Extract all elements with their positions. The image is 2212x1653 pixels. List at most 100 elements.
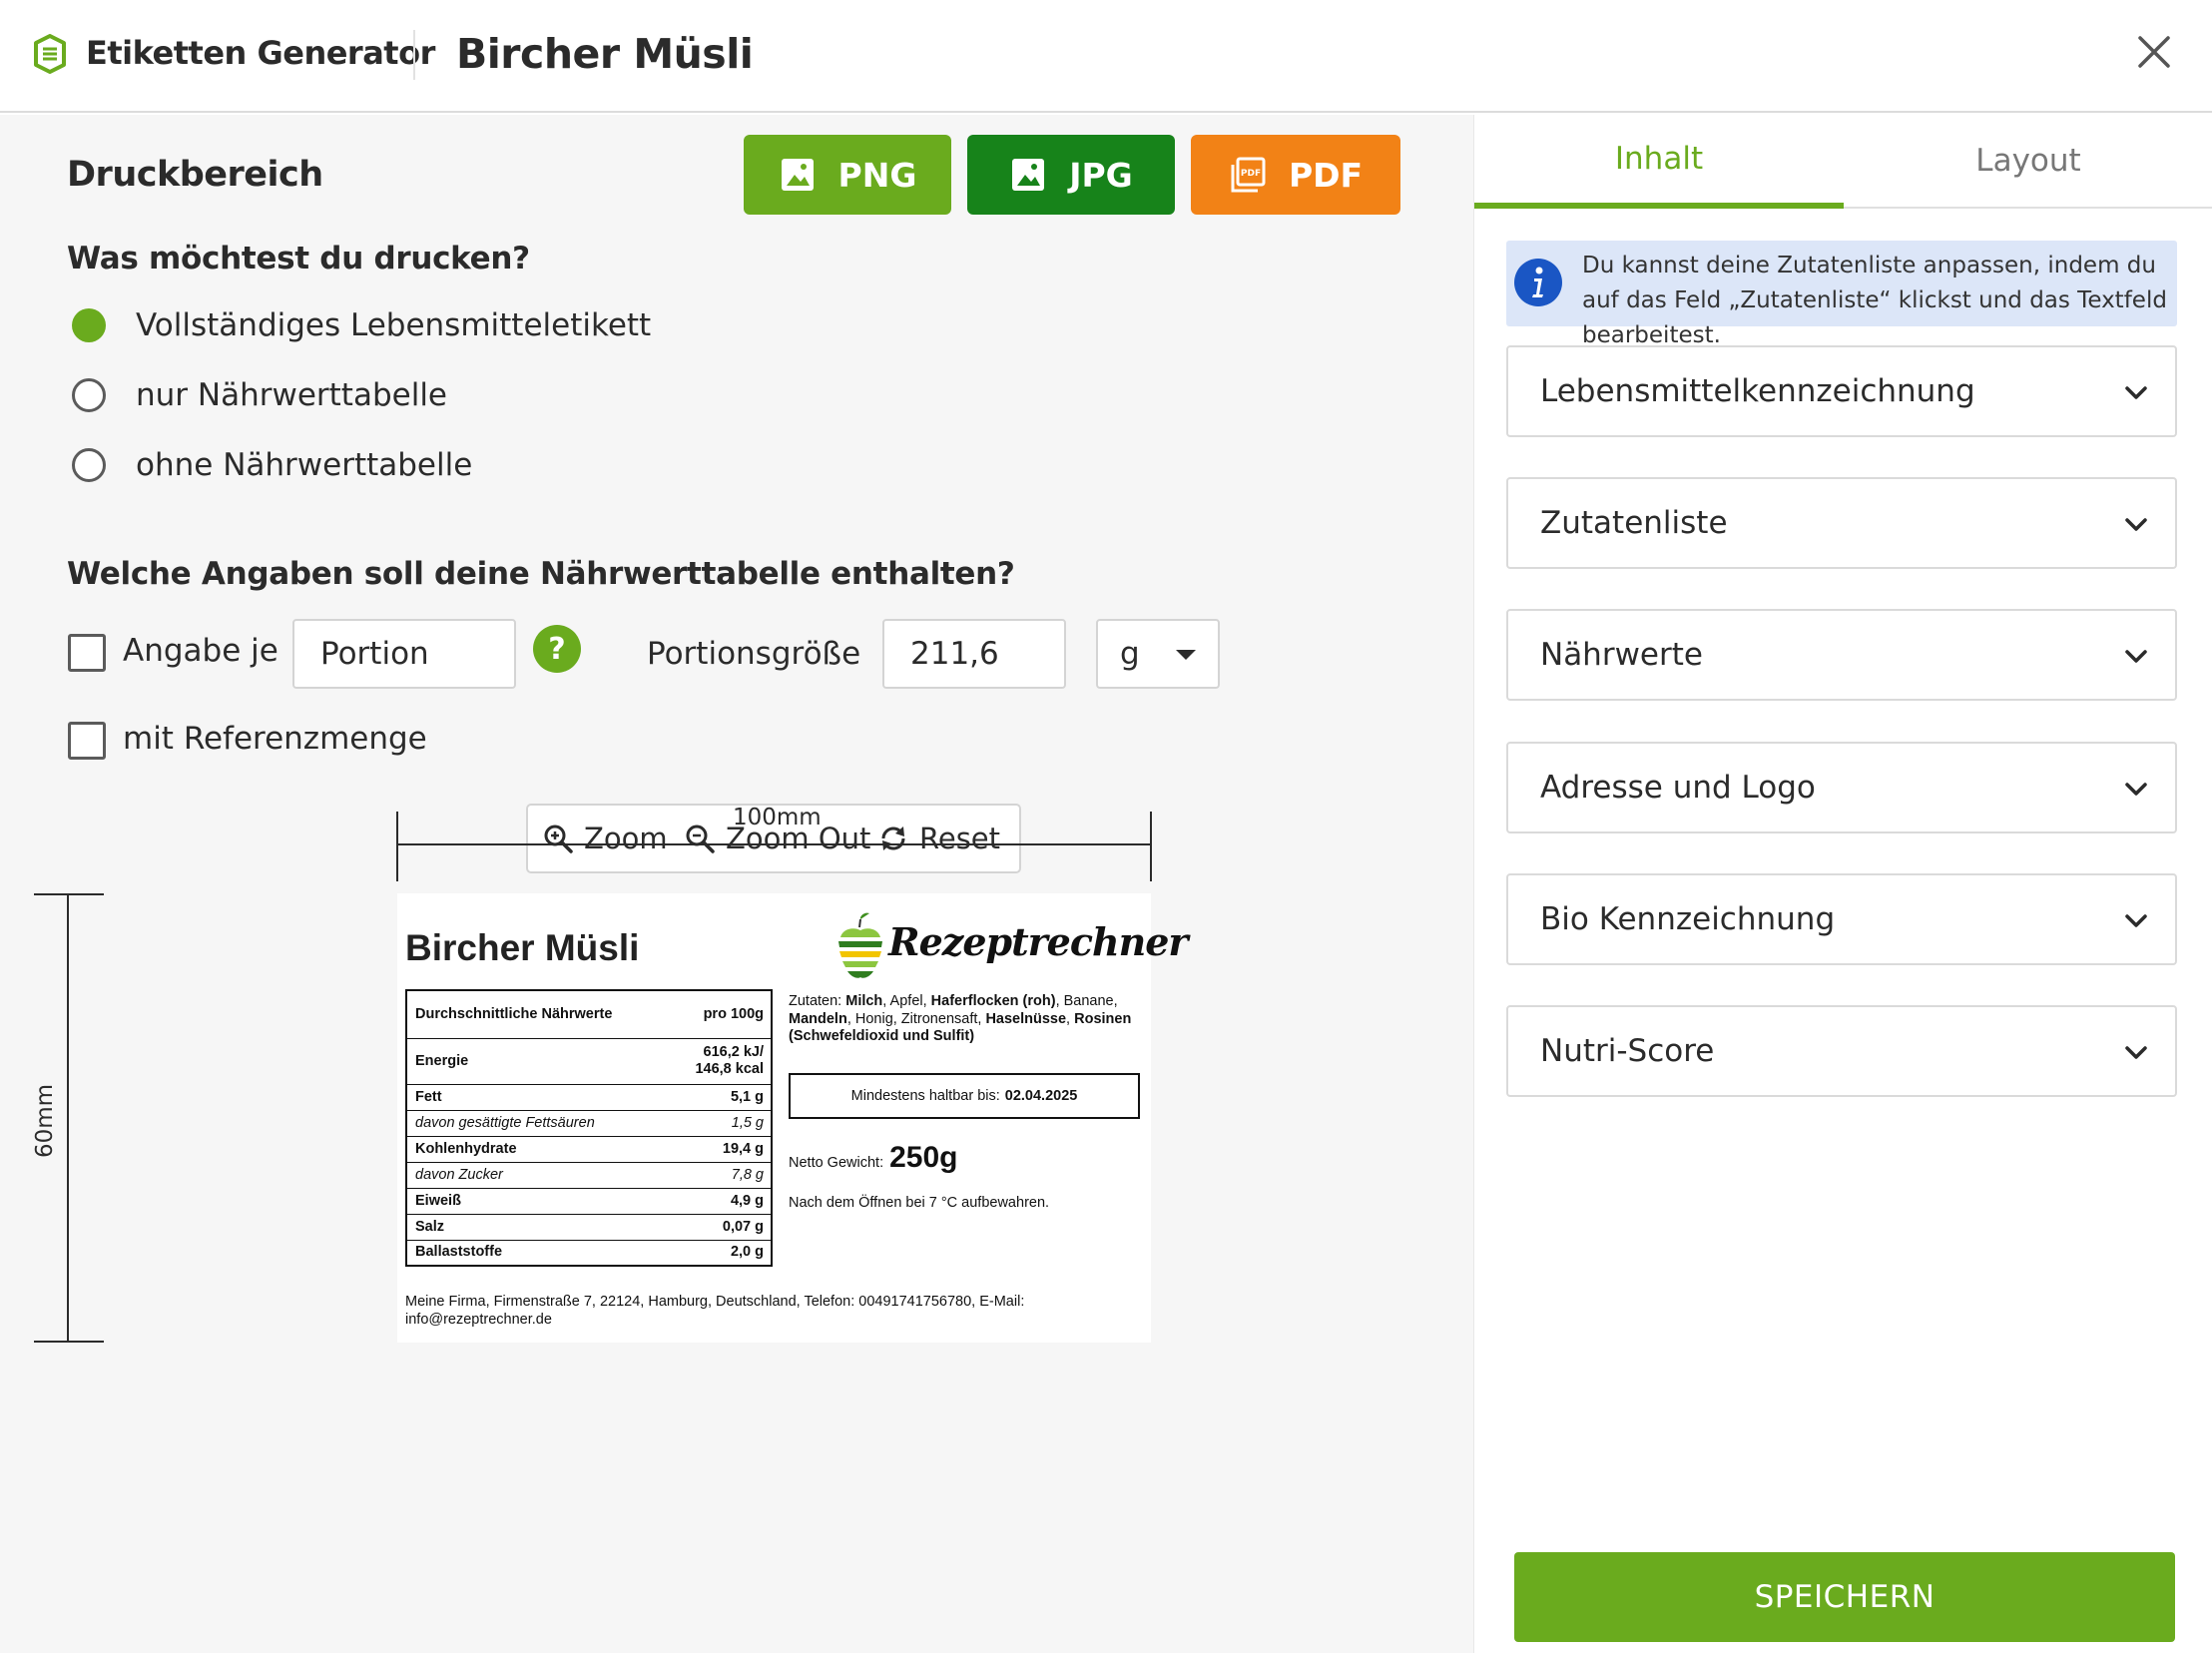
accordion-label: Adresse und Logo xyxy=(1540,770,1816,806)
print-area-panel: Druckbereich PNG JPG PDF PDF Was möchtes… xyxy=(0,115,1473,1653)
best-before-box: Mindestens haltbar bis: 02.04.2025 xyxy=(789,1073,1140,1119)
allergen-segment: Haferflocken (roh) xyxy=(930,993,1056,1009)
accordion-address-logo[interactable]: Adresse und Logo xyxy=(1506,742,2177,833)
radio-button[interactable] xyxy=(72,448,106,482)
save-button[interactable]: SPEICHERN xyxy=(1514,1552,2175,1642)
export-png-button[interactable]: PNG xyxy=(744,135,951,215)
zoom-in-label: Zoom xyxy=(584,822,668,855)
table-row: Salz 0,07 g xyxy=(406,1213,772,1240)
radio-nutrition-only[interactable]: nur Nährwerttabelle xyxy=(72,373,447,417)
header-divider xyxy=(413,30,415,80)
chevron-down-icon xyxy=(2125,783,2147,796)
dimension-tick xyxy=(396,812,398,881)
zoom-in-icon xyxy=(544,825,573,853)
radio-label: Vollständiges Lebensmitteletikett xyxy=(136,307,652,343)
export-png-label: PNG xyxy=(837,155,917,195)
nutrient-value: 4,9 g xyxy=(668,1187,772,1214)
export-jpg-button[interactable]: JPG xyxy=(967,135,1175,215)
best-before-label: Mindestens haltbar bis: xyxy=(850,1088,1000,1104)
unit-select[interactable]: g xyxy=(1096,619,1220,689)
table-row: Kohlenhydrate 19,4 g xyxy=(406,1135,772,1162)
chevron-down-icon xyxy=(2125,914,2147,927)
table-row: davon Zucker 7,8 g xyxy=(406,1161,772,1188)
chevron-down-icon xyxy=(2125,518,2147,531)
reference-amount-label: mit Referenzmenge xyxy=(123,721,427,757)
nutrient-label: Salz xyxy=(406,1213,669,1240)
caret-down-icon xyxy=(1176,650,1196,660)
accordion-nutrition[interactable]: Nährwerte xyxy=(1506,609,2177,701)
per-portion-checkbox[interactable] xyxy=(68,634,106,672)
export-jpg-label: JPG xyxy=(1069,155,1133,195)
accordion-organic[interactable]: Bio Kennzeichnung xyxy=(1506,873,2177,965)
page-title: Bircher Müsli xyxy=(456,30,754,78)
tab-layout[interactable]: Layout xyxy=(1844,115,2212,209)
nutrient-value: 0,07 g xyxy=(668,1213,772,1240)
logo-text: Rezeptrechner xyxy=(888,919,1188,964)
radio-without-nutrition[interactable]: ohne Nährwerttabelle xyxy=(72,443,472,487)
ingredient-segment: , Banane, xyxy=(1055,993,1118,1009)
table-row: Ballaststoffe 2,0 g xyxy=(406,1239,772,1266)
storage-note: Nach dem Öffnen bei 7 °C aufbewahren. xyxy=(789,1195,1050,1211)
info-text: Du kannst deine Zutatenliste anpassen, i… xyxy=(1582,253,2167,348)
accordion-nutri-score[interactable]: Nutri-Score xyxy=(1506,1005,2177,1097)
allergen-segment: Milch xyxy=(845,993,883,1009)
label-title: Bircher Müsli xyxy=(405,927,640,968)
zoom-in-button[interactable]: Zoom xyxy=(542,806,668,871)
accordion-label: Lebensmittelkennzeichnung xyxy=(1540,373,1975,409)
dimension-tick xyxy=(34,893,104,895)
pdf-icon: PDF xyxy=(1231,157,1266,193)
export-pdf-button[interactable]: PDF PDF xyxy=(1191,135,1400,215)
reference-amount-checkbox[interactable] xyxy=(68,722,106,760)
dimension-tick xyxy=(34,1341,104,1343)
help-icon[interactable]: ? xyxy=(532,624,582,674)
height-dimension-line xyxy=(67,894,69,1342)
info-box: Du kannst deine Zutatenliste anpassen, i… xyxy=(1506,241,2177,348)
export-pdf-label: PDF xyxy=(1288,155,1364,195)
svg-text:?: ? xyxy=(548,632,565,667)
info-icon xyxy=(1514,259,1562,306)
energy-kcal: 146,8 kcal xyxy=(695,1061,764,1077)
radio-full-label[interactable]: Vollständiges Lebensmitteletikett xyxy=(72,303,651,347)
radio-button[interactable] xyxy=(72,308,106,342)
app-header: Etiketten Generator Bircher Müsli xyxy=(0,0,2212,113)
reset-button[interactable]: Reset xyxy=(877,806,1000,871)
chevron-down-icon xyxy=(2125,650,2147,663)
portion-unit-input[interactable] xyxy=(292,619,516,689)
label-preview: Bircher Müsli Rezeptrechner Durchschnitt… xyxy=(397,893,1188,1343)
nutrient-value: 1,5 g xyxy=(668,1109,772,1136)
energy-kj: 616,2 kJ/ xyxy=(703,1044,764,1060)
allergen-segment: Haselnüsse xyxy=(985,1010,1067,1027)
nutrient-value: 5,1 g xyxy=(668,1083,772,1110)
accordion-label: Nutri-Score xyxy=(1540,1033,1715,1069)
portion-size-input[interactable] xyxy=(882,619,1066,689)
net-weight: Netto Gewicht: 250g xyxy=(789,1141,957,1175)
radio-label: nur Nährwerttabelle xyxy=(136,377,447,413)
ingredient-segment: , Honig, Zitronensaft, xyxy=(846,1010,986,1027)
nutrient-value: 7,8 g xyxy=(668,1161,772,1188)
table-row: Fett 5,1 g xyxy=(406,1083,772,1110)
width-dimension-label: 100mm xyxy=(733,805,822,830)
table-row: Eiweiß 4,9 g xyxy=(406,1187,772,1214)
per-portion-label: Angabe je xyxy=(123,633,278,669)
close-icon[interactable] xyxy=(2132,30,2176,74)
nutrition-table: Durchschnittliche Nährwerte pro 100g Ene… xyxy=(405,989,773,1267)
settings-panel: Inhalt Layout Du kannst deine Zutatenlis… xyxy=(1473,115,2212,1653)
radio-button[interactable] xyxy=(72,378,106,412)
company-logo: Rezeptrechner xyxy=(832,911,1188,983)
best-before-date: 02.04.2025 xyxy=(1004,1088,1078,1104)
unit-value: g xyxy=(1120,636,1140,672)
image-icon xyxy=(1012,159,1045,191)
accordion-ingredients[interactable]: Zutatenliste xyxy=(1506,477,2177,569)
company-address: Meine Firma, Firmenstraße 7, 22124, Hamb… xyxy=(405,1294,1025,1328)
accordion-label: Zutatenliste xyxy=(1540,505,1728,541)
nutrient-label: Eiweiß xyxy=(406,1187,669,1214)
net-weight-value: 250g xyxy=(889,1141,958,1174)
nutrient-label: Ballaststoffe xyxy=(406,1239,669,1266)
net-weight-label: Netto Gewicht: xyxy=(789,1155,884,1171)
apple-logo-icon xyxy=(838,912,882,978)
tab-inhalt[interactable]: Inhalt xyxy=(1474,115,1844,209)
svg-text:PDF: PDF xyxy=(1241,169,1261,179)
accordion-food-labeling[interactable]: Lebensmittelkennzeichnung xyxy=(1506,345,2177,437)
section-title: Druckbereich xyxy=(67,155,323,195)
chevron-down-icon xyxy=(2125,386,2147,399)
